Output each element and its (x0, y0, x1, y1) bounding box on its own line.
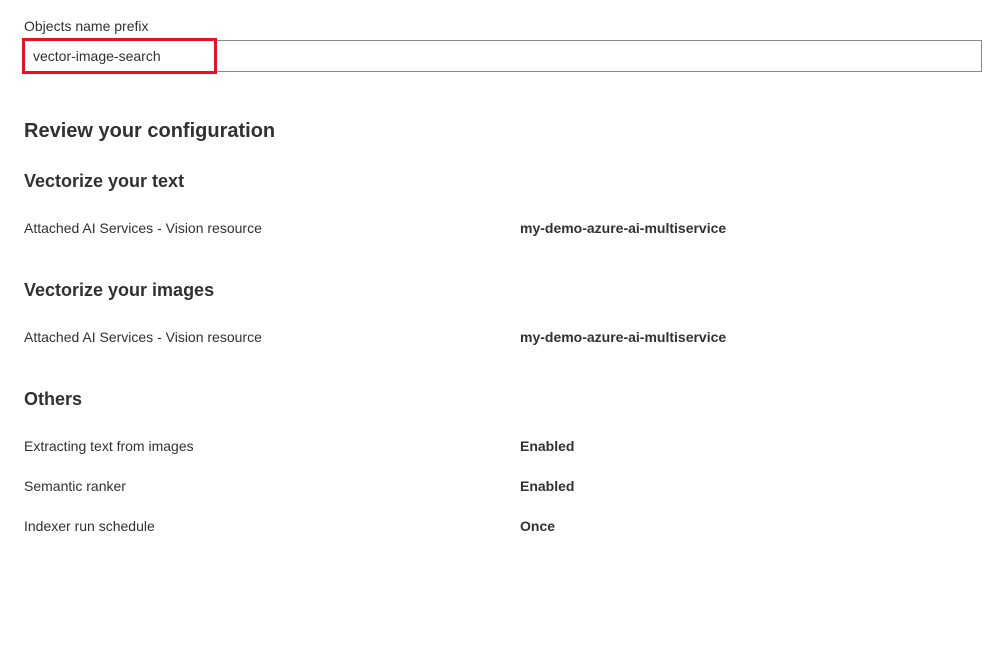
objects-name-prefix-label: Objects name prefix (24, 18, 984, 34)
config-value-images-vision-resource: my-demo-azure-ai-multiservice (520, 329, 726, 345)
review-configuration-heading: Review your configuration (24, 120, 984, 143)
config-value-extracting-text: Enabled (520, 438, 574, 454)
config-label-extracting-text: Extracting text from images (24, 438, 520, 454)
config-row: Attached AI Services - Vision resource m… (24, 329, 984, 345)
objects-name-prefix-wrapper (24, 40, 984, 72)
vectorize-images-heading: Vectorize your images (24, 280, 984, 301)
config-row: Extracting text from images Enabled (24, 438, 984, 454)
config-row: Indexer run schedule Once (24, 518, 984, 534)
config-label-images-vision-resource: Attached AI Services - Vision resource (24, 329, 520, 345)
config-label-text-vision-resource: Attached AI Services - Vision resource (24, 220, 520, 236)
config-value-text-vision-resource: my-demo-azure-ai-multiservice (520, 220, 726, 236)
config-row: Attached AI Services - Vision resource m… (24, 220, 984, 236)
config-label-semantic-ranker: Semantic ranker (24, 478, 520, 494)
config-value-semantic-ranker: Enabled (520, 478, 574, 494)
config-label-indexer-schedule: Indexer run schedule (24, 518, 520, 534)
others-heading: Others (24, 389, 984, 410)
vectorize-text-heading: Vectorize your text (24, 171, 984, 192)
objects-name-prefix-input[interactable] (24, 40, 982, 72)
config-row: Semantic ranker Enabled (24, 478, 984, 494)
config-value-indexer-schedule: Once (520, 518, 555, 534)
